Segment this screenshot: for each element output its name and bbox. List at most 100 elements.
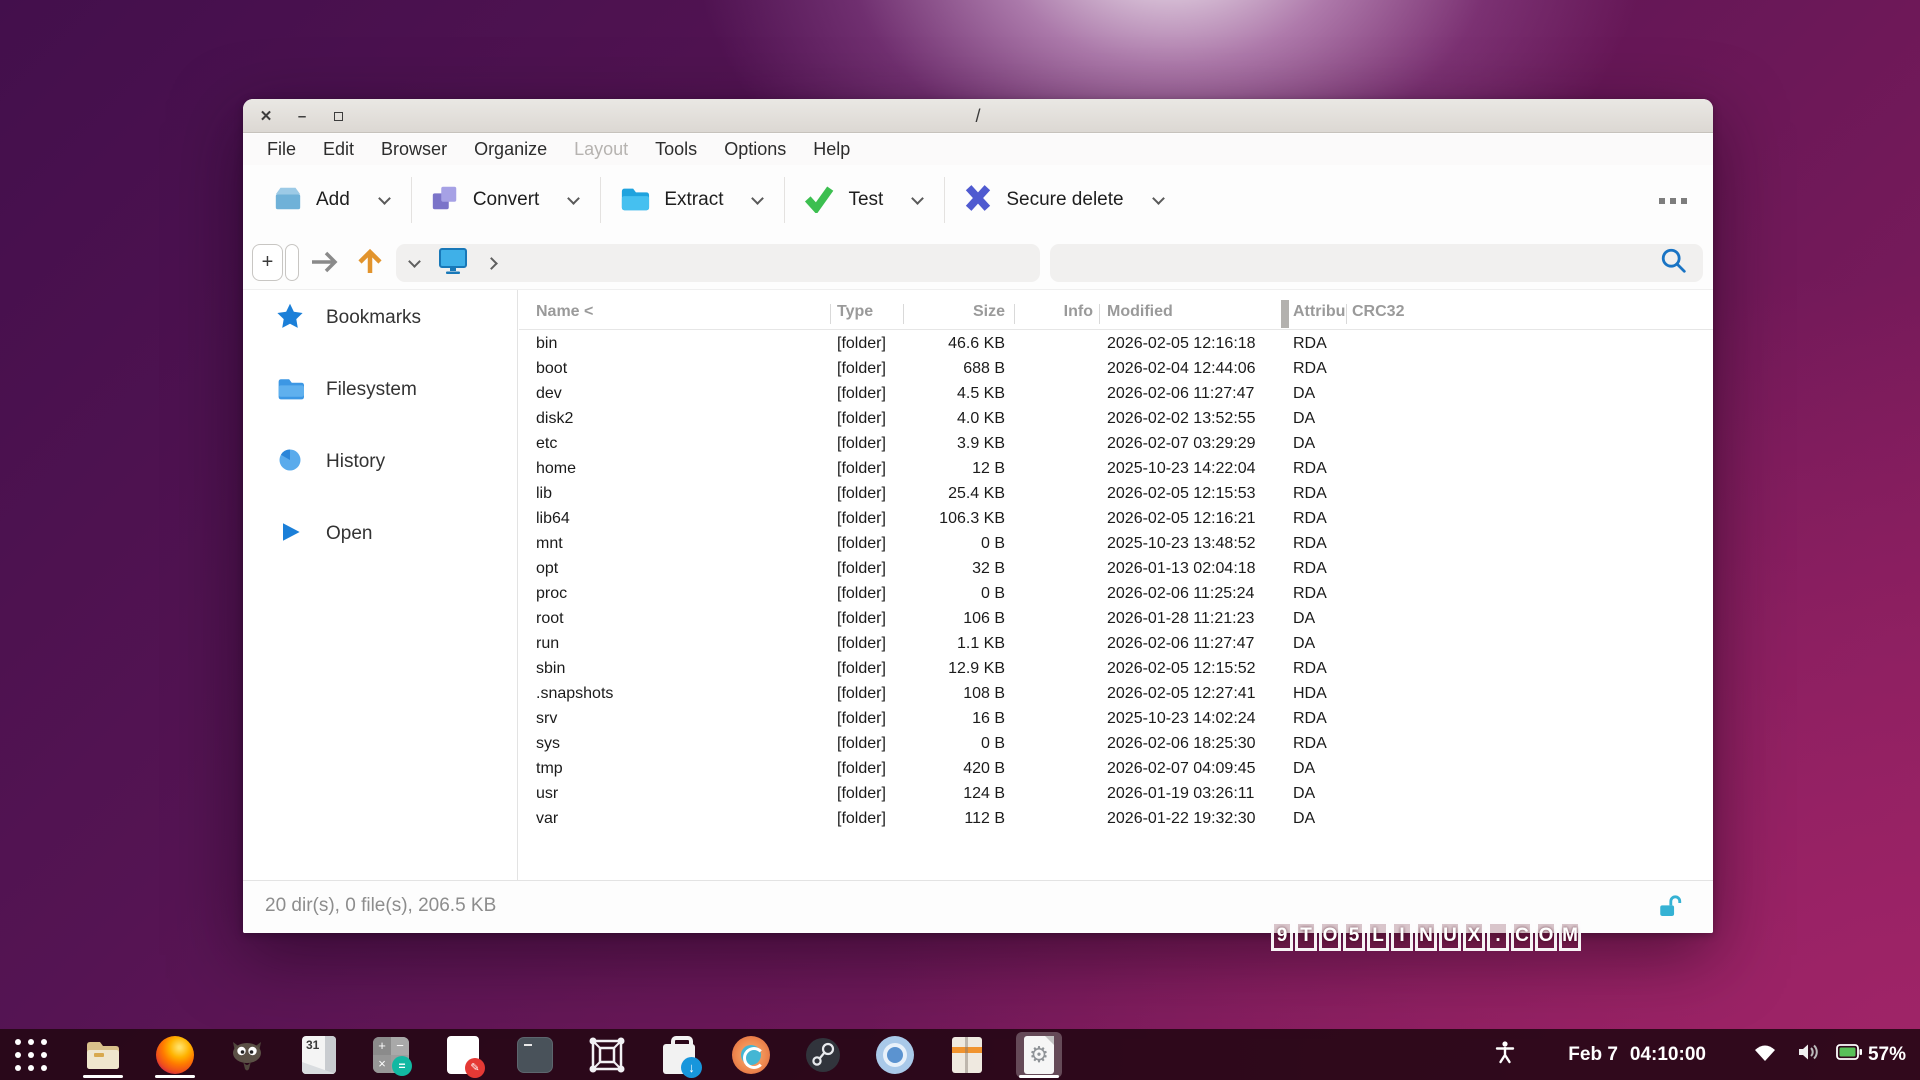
- column-header-name[interactable]: Name <: [536, 303, 593, 321]
- new-tab-button[interactable]: +: [252, 244, 283, 281]
- table-row[interactable]: dev [folder] 4.5 KB 2026-02-06 11:27:47 …: [519, 382, 1713, 407]
- cell-name: tmp: [536, 760, 563, 778]
- cell-type: [folder]: [837, 385, 886, 403]
- sidebar-item-open[interactable]: Open: [276, 517, 372, 551]
- cell-modified: 2026-01-19 03:26:11: [1107, 785, 1254, 803]
- cell-type: [folder]: [837, 760, 886, 778]
- cell-name: sys: [536, 735, 560, 753]
- secure-delete-dropdown-icon[interactable]: [1152, 192, 1165, 205]
- column-header-size[interactable]: Size: [909, 303, 1005, 321]
- table-row[interactable]: srv [folder] 16 B 2025-10-23 14:02:24 RD…: [519, 707, 1713, 732]
- cell-type: [folder]: [837, 535, 886, 553]
- cell-size: 108 B: [889, 685, 1005, 703]
- titlebar[interactable]: ✕ – /: [243, 99, 1713, 133]
- table-row[interactable]: root [folder] 106 B 2026-01-28 11:21:23 …: [519, 607, 1713, 632]
- column-header-info[interactable]: Info: [1019, 303, 1093, 321]
- cell-modified: 2026-01-22 19:32:30: [1107, 810, 1256, 828]
- chevron-down-icon[interactable]: [408, 255, 421, 268]
- accessibility-icon[interactable]: [1494, 1040, 1516, 1069]
- secure-delete-button[interactable]: Secure delete: [953, 175, 1133, 226]
- clock[interactable]: Feb 7 04:10:00: [1568, 1044, 1706, 1066]
- table-row[interactable]: opt [folder] 32 B 2026-01-13 02:04:18 RD…: [519, 557, 1713, 582]
- test-dropdown-icon[interactable]: [911, 192, 924, 205]
- table-body: bin [folder] 46.6 KB 2026-02-05 12:16:18…: [519, 332, 1713, 832]
- volume-icon[interactable]: [1796, 1041, 1822, 1068]
- table-row[interactable]: proc [folder] 0 B 2026-02-06 11:25:24 RD…: [519, 582, 1713, 607]
- terminal-icon[interactable]: [512, 1032, 558, 1078]
- screenshot-tool-icon[interactable]: [584, 1032, 630, 1078]
- column-header-modified[interactable]: Modified: [1107, 303, 1173, 321]
- up-arrow-icon[interactable]: [355, 248, 385, 281]
- watermark-letter: O: [1319, 921, 1341, 951]
- test-check-icon: [803, 183, 835, 218]
- extract-button[interactable]: Extract: [609, 175, 733, 226]
- cell-modified: 2026-02-02 13:52:55: [1107, 410, 1256, 428]
- cell-name: proc: [536, 585, 567, 603]
- table-row[interactable]: sys [folder] 0 B 2026-02-06 18:25:30 RDA: [519, 732, 1713, 757]
- wifi-icon[interactable]: [1752, 1041, 1778, 1068]
- add-dropdown-icon[interactable]: [378, 192, 391, 205]
- steam-icon[interactable]: [800, 1032, 846, 1078]
- watermark-letter: 5: [1343, 921, 1365, 951]
- forward-arrow-icon[interactable]: [308, 248, 342, 281]
- table-row[interactable]: boot [folder] 688 B 2026-02-04 12:44:06 …: [519, 357, 1713, 382]
- search-icon[interactable]: [1659, 246, 1689, 281]
- table-row[interactable]: usr [folder] 124 B 2026-01-19 03:26:11 D…: [519, 782, 1713, 807]
- image-viewer-icon[interactable]: [728, 1032, 774, 1078]
- test-button[interactable]: Test: [793, 175, 893, 226]
- menu-item-tools[interactable]: Tools: [655, 139, 697, 160]
- unlock-icon[interactable]: [1657, 894, 1683, 925]
- search-input[interactable]: [1050, 244, 1703, 282]
- cell-type: [folder]: [837, 485, 886, 503]
- table-row[interactable]: mnt [folder] 0 B 2025-10-23 13:48:52 RDA: [519, 532, 1713, 557]
- more-options-icon[interactable]: [1659, 198, 1687, 204]
- text-editor-icon[interactable]: ✎: [440, 1032, 486, 1078]
- app-grid-icon[interactable]: [8, 1032, 54, 1078]
- table-row[interactable]: disk2 [folder] 4.0 KB 2026-02-02 13:52:5…: [519, 407, 1713, 432]
- battery-icon[interactable]: [1836, 1044, 1862, 1065]
- archive-manager-icon[interactable]: [944, 1032, 990, 1078]
- convert-button[interactable]: Convert: [420, 175, 550, 226]
- table-row[interactable]: lib [folder] 25.4 KB 2026-02-05 12:15:53…: [519, 482, 1713, 507]
- cell-type: [folder]: [837, 410, 886, 428]
- gimp-icon[interactable]: [224, 1032, 270, 1078]
- peazip-icon[interactable]: ⚙: [1016, 1032, 1062, 1078]
- sidebar-item-bookmarks[interactable]: Bookmarks: [276, 301, 421, 335]
- sidebar-item-history[interactable]: History: [276, 445, 385, 479]
- firefox-icon[interactable]: [152, 1032, 198, 1078]
- table-row[interactable]: tmp [folder] 420 B 2026-02-07 04:09:45 D…: [519, 757, 1713, 782]
- table-row[interactable]: bin [folder] 46.6 KB 2026-02-05 12:16:18…: [519, 332, 1713, 357]
- menu-item-browser[interactable]: Browser: [381, 139, 447, 160]
- tab-list-button[interactable]: [285, 244, 299, 281]
- computer-icon[interactable]: [437, 246, 469, 281]
- breadcrumb-bar[interactable]: [396, 244, 1040, 282]
- menu-item-file[interactable]: File: [267, 139, 296, 160]
- calculator-icon[interactable]: +−×=: [368, 1032, 414, 1078]
- menu-item-organize[interactable]: Organize: [474, 139, 547, 160]
- table-row[interactable]: sbin [folder] 12.9 KB 2026-02-05 12:15:5…: [519, 657, 1713, 682]
- column-header-type[interactable]: Type: [837, 303, 873, 321]
- convert-dropdown-icon[interactable]: [567, 192, 580, 205]
- table-row[interactable]: lib64 [folder] 106.3 KB 2026-02-05 12:16…: [519, 507, 1713, 532]
- cell-name: boot: [536, 360, 567, 378]
- column-divider[interactable]: [1281, 300, 1289, 328]
- software-store-icon[interactable]: ↓: [656, 1032, 702, 1078]
- table-row[interactable]: run [folder] 1.1 KB 2026-02-06 11:27:47 …: [519, 632, 1713, 657]
- files-icon[interactable]: [80, 1032, 126, 1078]
- sidebar-label: Bookmarks: [326, 307, 421, 329]
- table-row[interactable]: etc [folder] 3.9 KB 2026-02-07 03:29:29 …: [519, 432, 1713, 457]
- menu-item-edit[interactable]: Edit: [323, 139, 354, 160]
- menu-item-help[interactable]: Help: [813, 139, 850, 160]
- sidebar-item-filesystem[interactable]: Filesystem: [276, 373, 417, 407]
- secure-delete-label: Secure delete: [1006, 189, 1123, 211]
- extract-dropdown-icon[interactable]: [752, 192, 765, 205]
- menu-item-options[interactable]: Options: [724, 139, 786, 160]
- add-button[interactable]: Add: [263, 175, 360, 226]
- table-row[interactable]: home [folder] 12 B 2025-10-23 14:22:04 R…: [519, 457, 1713, 482]
- table-row[interactable]: .snapshots [folder] 108 B 2026-02-05 12:…: [519, 682, 1713, 707]
- table-row[interactable]: var [folder] 112 B 2026-01-22 19:32:30 D…: [519, 807, 1713, 832]
- column-header-attributes[interactable]: Attributes: [1293, 303, 1345, 321]
- column-header-crc32[interactable]: CRC32: [1352, 303, 1404, 321]
- calendar-icon[interactable]: 31: [296, 1032, 342, 1078]
- chromium-icon[interactable]: [872, 1032, 918, 1078]
